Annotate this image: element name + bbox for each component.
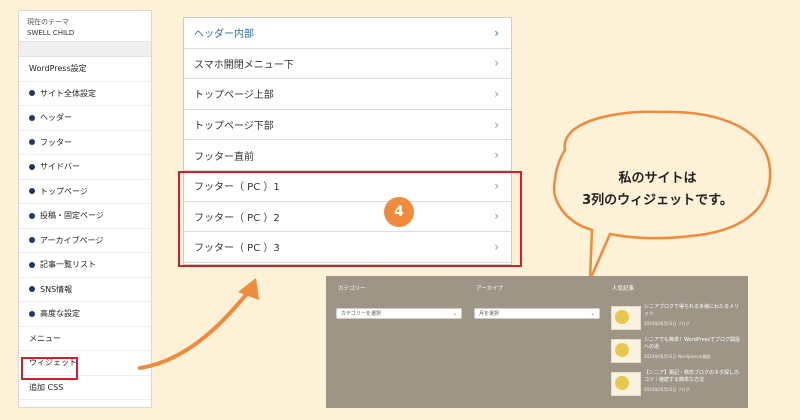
- sidebar-item[interactable]: SNS情報: [19, 278, 151, 302]
- customizer-panel: 現在のテーマ SWELL CHILD WordPress設定サイト全体設定 ヘッダ…: [18, 10, 152, 408]
- bubble-line-1: 私のサイトは: [618, 171, 697, 186]
- post-meta: 2024年06月03日 ブログ: [644, 387, 690, 392]
- sidebar-item[interactable]: サイト全体設定: [19, 82, 151, 106]
- chevron-right-icon: ›: [494, 117, 499, 132]
- theme-label: 現在のテーマ: [27, 18, 69, 26]
- swell-bullet-icon: [29, 114, 35, 121]
- post-thumbnail: [611, 306, 641, 330]
- sidebar-item[interactable]: WordPress設定: [19, 57, 151, 82]
- post-thumbnail: [611, 339, 641, 363]
- chevron-down-icon: ⌄: [452, 310, 457, 317]
- chevron-down-icon: ⌄: [590, 310, 595, 317]
- section-divider: [19, 41, 151, 57]
- sidebar-item-label: メニュー: [29, 333, 61, 343]
- sidebar-item[interactable]: メニュー: [19, 327, 151, 351]
- bubble-line-2: 3列のウィジェットです。: [582, 193, 733, 208]
- sidebar-item-label: サイドバー: [40, 162, 80, 172]
- popular-post[interactable]: シニアブログで得られる多様にわたるメリット 2024年06月03日 ブログ: [611, 304, 741, 336]
- popular-post[interactable]: 【シニア】掲記・懸念ブログのネタ探しのコツ｜継続する簡単な方法 2024年06月0…: [611, 370, 741, 402]
- widget-area-label: スマホ開閉メニュー下: [194, 59, 294, 71]
- widget-area-item[interactable]: スマホ開閉メニュー下 ›: [184, 49, 511, 80]
- category-select[interactable]: カテゴリーを選択 ⌄: [336, 308, 462, 319]
- chevron-right-icon: ›: [494, 148, 499, 163]
- post-meta: 2024年06月03日 ブログ: [644, 321, 690, 326]
- archive-select-value: 月を選択: [479, 311, 500, 317]
- archive-widget-title: アーカイブ: [476, 286, 504, 292]
- sidebar-item[interactable]: トップページ: [19, 180, 151, 204]
- sidebar-item[interactable]: 記事一覧リスト: [19, 253, 151, 278]
- current-theme: 現在のテーマ SWELL CHILD: [19, 11, 151, 41]
- thumbnail-graphic: [615, 310, 629, 324]
- swell-bullet-icon: [29, 310, 35, 317]
- widget-area-item[interactable]: フッター直前 ›: [184, 140, 511, 171]
- widget-area-item[interactable]: トップページ下部 ›: [184, 110, 511, 141]
- sidebar-item[interactable]: フッター: [19, 131, 151, 155]
- category-widget-title: カテゴリー: [338, 286, 366, 292]
- sidebar-item-label: SNS情報: [40, 284, 73, 294]
- sidebar-item-label: 投稿・固定ページ: [40, 211, 104, 221]
- swell-bullet-icon: [29, 212, 35, 219]
- sidebar-item-label: アーカイブページ: [40, 235, 104, 245]
- swell-bullet-icon: [29, 237, 35, 244]
- sidebar-item[interactable]: アーカイブページ: [19, 229, 151, 253]
- post-title[interactable]: シニアでも簡単！WordPressでブログ開設への道: [644, 337, 740, 351]
- sidebar-item[interactable]: サイドバー: [19, 155, 151, 180]
- widget-highlight-box: [21, 357, 78, 380]
- sidebar-item-label: 高度な設定: [40, 309, 80, 319]
- footer-preview: カテゴリー カテゴリーを選択 ⌄ アーカイブ 月を選択 ⌄ 人気記事 シニアブロ…: [326, 276, 748, 408]
- sidebar-item[interactable]: 投稿・固定ページ: [19, 204, 151, 229]
- swell-bullet-icon: [29, 90, 35, 97]
- popular-posts-title: 人気記事: [612, 286, 635, 292]
- sidebar-item-label: トップページ: [40, 186, 88, 196]
- footer-widgets-highlight: [178, 171, 522, 267]
- widget-area-label: フッター直前: [194, 151, 254, 163]
- swell-bullet-icon: [29, 286, 35, 293]
- post-meta: 2024年06月03日 Wordpressの開設: [644, 354, 711, 359]
- widget-area-item[interactable]: ヘッダー内部 ›: [184, 18, 511, 49]
- category-select-value: カテゴリーを選択: [341, 311, 382, 317]
- sidebar-item-label: WordPress設定: [29, 64, 87, 74]
- sidebar-item-label: ヘッダー: [40, 113, 72, 123]
- popular-post[interactable]: シニアでも簡単！WordPressでブログ開設への道 2024年06月03日 Wo…: [611, 337, 741, 369]
- post-title[interactable]: 【シニア】掲記・懸念ブログのネタ探しのコツ｜継続する簡単な方法: [644, 370, 740, 384]
- swell-bullet-icon: [29, 163, 35, 170]
- archive-select[interactable]: 月を選択 ⌄: [474, 308, 600, 319]
- swell-bullet-icon: [29, 261, 35, 268]
- chevron-right-icon: ›: [494, 86, 499, 101]
- thumbnail-graphic: [615, 343, 629, 357]
- sidebar-item[interactable]: ヘッダー: [19, 106, 151, 131]
- curved-arrow: [138, 288, 252, 370]
- post-title[interactable]: シニアブログで得られる多様にわたるメリット: [644, 304, 740, 318]
- sidebar-item-label: 追加 CSS: [29, 382, 64, 392]
- speech-bubble-text: 私のサイトは 3列のウィジェットです。: [565, 168, 750, 212]
- theme-name: SWELL CHILD: [27, 29, 75, 37]
- post-thumbnail: [611, 372, 641, 396]
- widget-area-label: トップページ下部: [194, 121, 274, 133]
- sidebar-item[interactable]: 高度な設定: [19, 302, 151, 327]
- step-badge: 4: [384, 197, 414, 227]
- chevron-right-icon: ›: [494, 56, 499, 71]
- widget-area-label: トップページ上部: [194, 90, 274, 102]
- widget-area-label: ヘッダー内部: [194, 29, 254, 41]
- thumbnail-graphic: [615, 376, 629, 390]
- sidebar-item-label: サイト全体設定: [40, 88, 96, 98]
- widget-area-item[interactable]: トップページ上部 ›: [184, 79, 511, 110]
- sidebar-item-label: 記事一覧リスト: [40, 260, 96, 270]
- arrow-head: [238, 278, 259, 300]
- swell-bullet-icon: [29, 139, 35, 146]
- swell-bullet-icon: [29, 188, 35, 195]
- chevron-right-icon: ›: [494, 25, 499, 40]
- customizer-menu: WordPress設定サイト全体設定 ヘッダーフッターサイドバートップページ投稿・…: [19, 57, 151, 400]
- sidebar-item-label: フッター: [40, 137, 72, 147]
